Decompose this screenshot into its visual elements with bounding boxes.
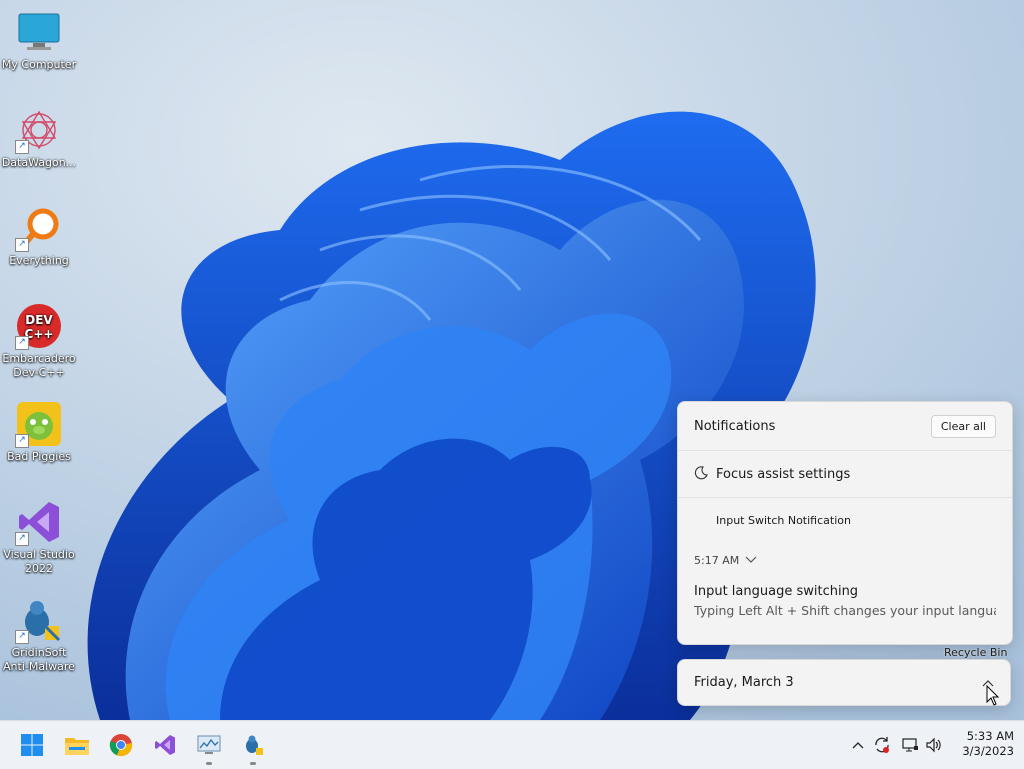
focus-assist-settings-link[interactable]: Focus assist settings — [678, 451, 1012, 498]
tray-volume[interactable] — [924, 735, 944, 755]
clear-all-button[interactable]: Clear all — [930, 414, 996, 438]
desktop-icon-devcpp[interactable]: DEV C++ ↗ Embarcadero Dev-C++ — [0, 294, 78, 380]
volume-icon — [926, 737, 941, 753]
clock-date: 3/3/2023 — [962, 744, 1014, 758]
desktop-icon-label: Visual Studio 2022 — [3, 548, 75, 575]
notification-card[interactable]: Input Switch Notification 5:17 AM Input … — [678, 498, 1012, 619]
recycle-bin-label[interactable]: Recycle Bin — [944, 646, 1007, 659]
shortcut-arrow-icon: ↗ — [15, 630, 29, 644]
datawagon-icon: ↗ — [15, 106, 63, 154]
desktop-icon-visual-studio[interactable]: ↗ Visual Studio 2022 — [0, 490, 78, 576]
desktop-icon-bad-piggies[interactable]: ↗ Bad Piggies — [0, 392, 78, 464]
notification-app-row: Input Switch Notification — [694, 498, 996, 542]
notification-time-row[interactable]: 5:17 AM — [694, 542, 996, 578]
gridinsoft-icon — [246, 735, 263, 755]
tray-network[interactable] — [900, 735, 920, 755]
show-hidden-icons-button[interactable] — [848, 735, 868, 755]
monitor-icon — [15, 8, 63, 56]
desktop-icon-label: DataWagon... — [1, 156, 77, 169]
mouse-cursor-icon — [986, 685, 1000, 706]
notification-title: Notifications — [694, 418, 776, 434]
desktop-icon-label: My Computer — [1, 58, 77, 71]
shortcut-arrow-icon: ↗ — [15, 532, 29, 546]
start-button[interactable] — [16, 729, 48, 761]
taskbar: 5:33 AM 3/3/2023 — [0, 720, 1024, 769]
network-icon — [902, 738, 918, 752]
monitor-app-icon — [197, 735, 221, 754]
shortcut-arrow-icon: ↗ — [15, 336, 29, 350]
magnifier-icon: ↗ — [15, 204, 63, 252]
chrome-icon — [109, 734, 133, 757]
running-indicator — [206, 762, 212, 765]
calendar-date: Friday, March 3 — [694, 675, 794, 690]
input-switch-icon — [694, 513, 708, 527]
shortcut-arrow-icon: ↗ — [15, 140, 29, 154]
notification-center: Notifications Clear all Focus assist set… — [677, 401, 1013, 645]
desktop-icon-my-computer[interactable]: My Computer — [0, 0, 78, 72]
devcpp-icon: DEV C++ ↗ — [15, 302, 63, 350]
gridinsoft-icon: ↗ — [15, 596, 63, 644]
file-explorer-icon — [65, 738, 89, 755]
desktop-icon-label: GridinSoft Anti-Malware — [3, 646, 75, 673]
desktop-icon-gridinsoft[interactable]: ↗ GridinSoft Anti-Malware — [0, 588, 78, 674]
svg-text:DEV: DEV — [25, 313, 53, 327]
desktop-icon-label: Everything — [9, 254, 69, 267]
visual-studio-icon: ↗ — [15, 498, 63, 546]
visual-studio-icon — [155, 735, 175, 755]
notification-message-title: Input language switching — [694, 584, 859, 599]
notification-header: Notifications Clear all — [678, 402, 1012, 451]
taskbar-chrome[interactable] — [105, 729, 137, 761]
running-indicator — [250, 762, 256, 765]
desktop-icon-everything[interactable]: ↗ Everything — [0, 196, 78, 268]
start-icon — [21, 734, 43, 756]
shortcut-arrow-icon: ↗ — [15, 434, 29, 448]
notification-time: 5:17 AM — [694, 553, 740, 567]
taskbar-gridinsoft[interactable] — [237, 729, 269, 765]
tray-sync[interactable] — [872, 735, 892, 755]
sync-icon — [875, 737, 889, 753]
notification-app-name: Input Switch Notification — [716, 513, 851, 527]
desktop-icon-datawagon[interactable]: ↗ DataWagon... — [0, 98, 78, 170]
bad-piggies-icon: ↗ — [15, 400, 63, 448]
chevron-up-icon — [852, 742, 864, 749]
calendar-flyout[interactable]: Friday, March 3 — [677, 659, 1011, 706]
shortcut-arrow-icon: ↗ — [15, 238, 29, 252]
moon-icon — [694, 465, 708, 483]
taskbar-clock[interactable]: 5:33 AM 3/3/2023 — [952, 729, 1014, 759]
clock-time: 5:33 AM — [966, 729, 1014, 743]
taskbar-monitor-app[interactable] — [193, 729, 225, 765]
notification-message-body: Typing Left Alt + Shift changes your inp… — [694, 603, 996, 618]
desktop-icon-label: Embarcadero Dev-C++ — [2, 352, 76, 379]
taskbar-visual-studio[interactable] — [149, 729, 181, 761]
focus-assist-label: Focus assist settings — [716, 466, 851, 482]
taskbar-file-explorer[interactable] — [61, 729, 93, 761]
chevron-down-icon[interactable] — [745, 554, 757, 567]
desktop-icon-label: Bad Piggies — [7, 450, 71, 463]
